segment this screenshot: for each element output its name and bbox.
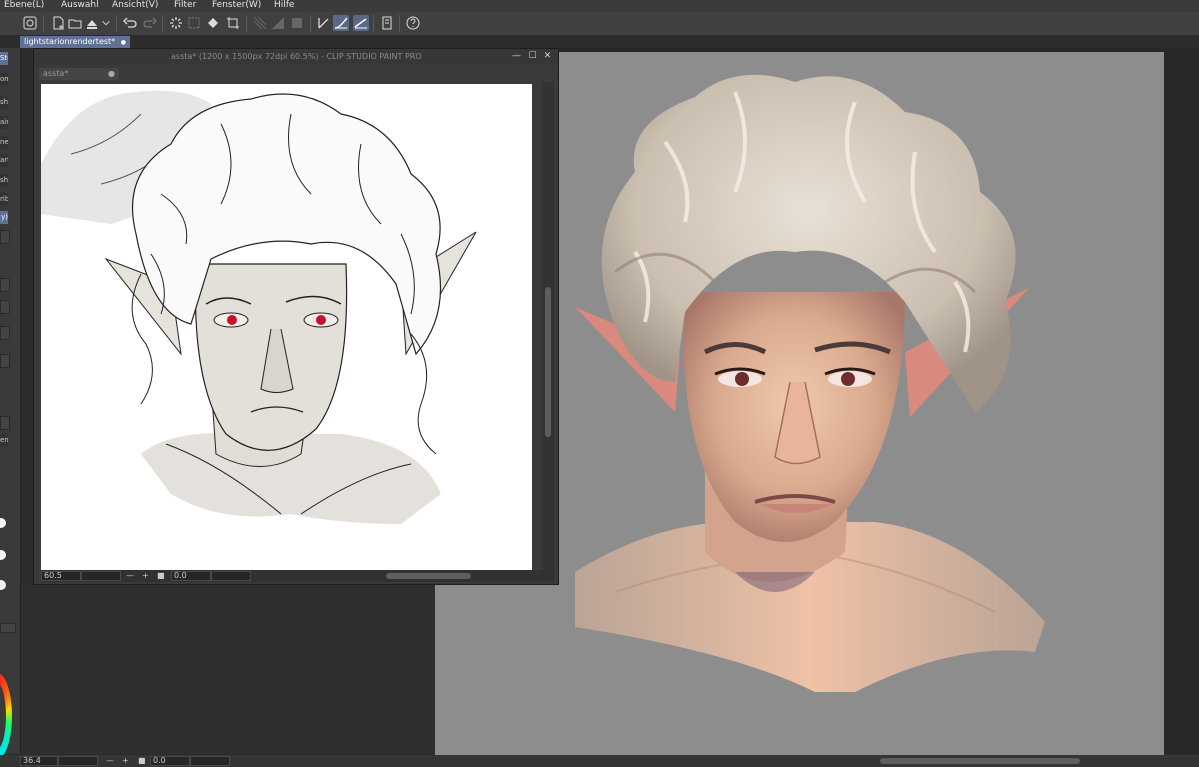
zoom-value: 60.5	[44, 571, 62, 580]
canvas-rotation-slider[interactable]	[190, 756, 230, 766]
transform-icon[interactable]	[186, 15, 202, 31]
help-icon[interactable]	[405, 15, 421, 31]
main-statusbar: 36.4 — + ■ 0.0	[0, 755, 1199, 767]
inner-tab-dot: ●	[108, 69, 115, 78]
open-file-icon[interactable]	[67, 15, 83, 31]
minimize-button[interactable]: —	[512, 52, 521, 61]
menu-hilfe[interactable]: Hilfe	[274, 0, 294, 11]
canvas-horizontal-scroll-thumb[interactable]	[880, 758, 1080, 764]
rotation-slider[interactable]	[211, 571, 251, 581]
palette-item-rib[interactable]: rib	[0, 193, 8, 206]
fit-button[interactable]: ■	[157, 570, 165, 582]
menu-filter[interactable]: Filter	[174, 0, 196, 11]
trash-icon[interactable]	[0, 230, 10, 244]
undo-icon[interactable]	[122, 15, 138, 31]
zoom-in-button[interactable]: +	[142, 570, 149, 582]
line-pen-icon[interactable]	[353, 15, 369, 31]
panel-button-3[interactable]	[0, 354, 10, 368]
save-icon[interactable]	[84, 15, 100, 31]
palette-label-endi: endi	[0, 434, 8, 447]
palette-item-sh-2[interactable]: sh	[0, 174, 8, 187]
tab-assta[interactable]: assta* ●	[39, 68, 119, 80]
canvas-background	[21, 584, 437, 754]
lock-icon[interactable]	[0, 278, 10, 292]
color-dot-3[interactable]	[0, 580, 6, 590]
panel-button-1[interactable]	[0, 300, 10, 314]
color-dot-1[interactable]	[0, 518, 6, 528]
fill-icon[interactable]	[205, 15, 221, 31]
palette-item-y[interactable]: y)	[0, 211, 8, 224]
inner-tab-label: assta*	[43, 69, 69, 78]
menu-ebene[interactable]: Ebene(L)	[4, 0, 44, 11]
new-file-icon[interactable]	[50, 15, 66, 31]
palette-item-ne[interactable]: ne	[0, 136, 8, 149]
left-palette: Ste om sh air ne art sh rib y) endi	[0, 48, 21, 754]
zoom-slider[interactable]	[81, 571, 121, 581]
canvas-zoom-out-button[interactable]: —	[106, 755, 114, 767]
palette-item-om[interactable]: om	[0, 73, 8, 86]
sketch-statusbar: 60.5 — + ■ 0.0	[41, 570, 554, 582]
zoom-out-button[interactable]: —	[126, 570, 134, 582]
app-logo-icon[interactable]	[22, 15, 38, 31]
palette-item-sh[interactable]: sh	[0, 96, 8, 109]
maximize-button[interactable]: ☐	[528, 52, 537, 61]
menu-fenster[interactable]: Fenster(W)	[212, 0, 261, 11]
rotation-value: 0.0	[174, 571, 187, 580]
scroll-thumb[interactable]	[545, 287, 551, 437]
canvas-rotation-value: 0.0	[153, 756, 166, 765]
sketch-drawing	[41, 90, 477, 524]
frame-icon[interactable]	[289, 15, 305, 31]
redo-icon[interactable]	[142, 15, 158, 31]
brush-pen-icon[interactable]	[333, 15, 349, 31]
menu-auswahl[interactable]: Auswahl	[61, 0, 99, 11]
export-dropdown-icon[interactable]	[100, 15, 112, 31]
tab-lightstarionrendertest[interactable]: lightstarionrendertest* ●	[20, 36, 130, 48]
sketch-canvas[interactable]	[41, 84, 532, 570]
canvas-zoom-in-button[interactable]: +	[122, 755, 129, 767]
menu-ansicht[interactable]: Ansicht(V)	[112, 0, 158, 11]
tab-modified-dot: ●	[120, 39, 126, 46]
canvas-zoom-slider[interactable]	[58, 756, 98, 766]
ruler-icon[interactable]	[270, 15, 286, 31]
loading-icon[interactable]	[168, 15, 184, 31]
palette-item-ste[interactable]: Ste	[0, 52, 8, 65]
canvas-zoom-value: 36.4	[23, 756, 41, 765]
close-button[interactable]: ✕	[543, 52, 552, 61]
grid-icon[interactable]	[252, 15, 268, 31]
tab-label: lightstarionrendertest*	[24, 37, 116, 46]
sketch-window[interactable]: assta* (1200 x 1500px 72dpi 60.5%) - CLI…	[33, 48, 559, 585]
crop-icon[interactable]	[225, 15, 241, 31]
command-bar	[0, 12, 1199, 36]
horizontal-scroll-thumb[interactable]	[386, 573, 471, 579]
search-icon[interactable]	[0, 416, 10, 430]
window-title: assta* (1200 x 1500px 72dpi 60.5%) - CLI…	[171, 52, 422, 61]
sidebar-icon[interactable]	[379, 15, 395, 31]
color-dot-2[interactable]	[0, 550, 6, 560]
canvas-fit-button[interactable]: ■	[138, 755, 146, 767]
window-titlebar[interactable]: assta* (1200 x 1500px 72dpi 60.5%) - CLI…	[34, 49, 558, 65]
palette-item-art[interactable]: art	[0, 154, 8, 167]
panel-button-2[interactable]	[0, 326, 10, 340]
palette-item-air[interactable]: air	[0, 116, 8, 129]
pen-icon[interactable]	[316, 15, 332, 31]
keyboard-icon[interactable]	[0, 623, 16, 633]
vertical-scrollbar[interactable]	[542, 82, 554, 570]
